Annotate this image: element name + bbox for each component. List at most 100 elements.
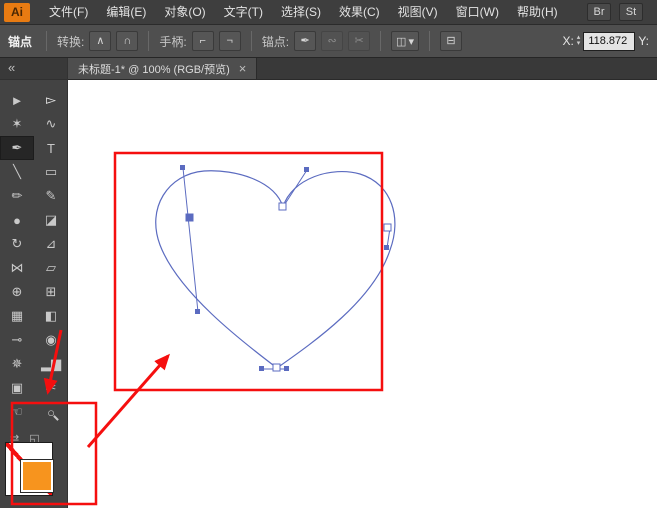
type-tool-icon: T <box>47 140 55 156</box>
fill-stroke-widget <box>5 442 63 504</box>
shape-builder-tool-icon: ⊕ <box>11 284 23 299</box>
magic-wand-tool[interactable]: ✶ <box>0 112 34 136</box>
cut-path-icon: ✂ <box>354 34 364 47</box>
mesh-tool[interactable]: ▦ <box>0 304 34 328</box>
menu-item[interactable]: 对象(O) <box>155 0 214 24</box>
stepper-down-icon[interactable]: ▾ <box>577 40 581 47</box>
tab-close-icon[interactable]: × <box>239 62 247 75</box>
constrain-icon: ⊟ <box>446 34 456 47</box>
menu-item[interactable]: 帮助(H) <box>508 0 567 24</box>
pen-tool[interactable]: ✒ <box>0 136 34 160</box>
fill-color-swatch[interactable] <box>20 459 54 493</box>
rectangle-tool-icon: ▭ <box>44 164 58 179</box>
hand-tool[interactable]: ☜ <box>0 400 34 424</box>
connect-endpoints-button[interactable]: ∾ <box>321 31 344 51</box>
width-tool[interactable]: ⋈ <box>0 256 34 280</box>
remove-anchor-button[interactable]: ✒ <box>294 31 317 51</box>
x-stepper[interactable]: ▴ ▾ <box>577 34 581 47</box>
heart-drawing <box>155 165 396 372</box>
constrain-button[interactable]: ⊟ <box>439 31 462 51</box>
line-segment-tool-icon: ╲ <box>13 164 21 179</box>
column-graph-tool[interactable]: ▂▆ <box>34 352 68 376</box>
illustrator-window: Ai 文件(F) 编辑(E) 对象(O) 文字(T) 选择(S) 效果(C) 视… <box>0 0 657 508</box>
app-logo: Ai <box>4 2 30 22</box>
selected-anchor-point[interactable] <box>185 213 194 222</box>
canvas[interactable] <box>68 80 657 508</box>
menu-item[interactable]: 编辑(E) <box>97 0 155 24</box>
isolate-selection-dropdown[interactable]: ◫ ▾ <box>391 31 419 51</box>
handle-end-dots[interactable] <box>180 165 389 371</box>
separator <box>46 31 48 51</box>
lasso-tool[interactable]: ∿ <box>34 112 68 136</box>
menu-item[interactable]: 文件(F) <box>40 0 97 24</box>
slice-tool-icon: ✂ <box>45 380 57 395</box>
menu-item[interactable]: 视图(V) <box>389 0 447 24</box>
anchors-label: 锚点: <box>261 34 290 49</box>
shape-builder-tool[interactable]: ⊕ <box>0 280 34 304</box>
rotate-tool[interactable]: ↻ <box>0 232 34 256</box>
paintbrush-tool-icon: ✏ <box>11 188 23 203</box>
convert-to-corner-button[interactable]: ∧ <box>89 31 112 51</box>
menu-bar: Ai 文件(F) 编辑(E) 对象(O) 文字(T) 选择(S) 效果(C) 视… <box>0 0 657 25</box>
symbol-sprayer-tool[interactable]: ✵ <box>0 352 34 376</box>
menu-item[interactable]: 窗口(W) <box>447 0 508 24</box>
symbol-sprayer-tool-icon: ✵ <box>11 356 23 371</box>
context-label: 锚点 <box>8 34 33 49</box>
stock-button[interactable]: St <box>619 3 643 21</box>
perspective-grid-tool-icon: ⊞ <box>45 284 57 299</box>
zoom-tool[interactable]: ○ <box>34 400 68 424</box>
selection-tool[interactable]: ► <box>0 88 34 112</box>
magic-wand-tool-icon: ✶ <box>11 116 23 131</box>
x-position-input[interactable] <box>583 31 636 51</box>
blend-tool[interactable]: ◉ <box>34 328 68 352</box>
eyedropper-tool[interactable]: ⊸ <box>0 328 34 352</box>
rotate-tool-icon: ↻ <box>11 236 23 251</box>
tools-grid: ► ▻ ✶ ∿ ✒ T ╲ ▭ ✏ ✎ ● ◪ ↻ ⊿ ⋈ ▱ ⊕ ⊞ ▦ ◧ … <box>0 88 67 424</box>
mesh-tool-icon: ▦ <box>10 308 24 323</box>
free-transform-tool-icon: ▱ <box>46 260 56 275</box>
gradient-tool[interactable]: ◧ <box>34 304 68 328</box>
tools-collapse-button[interactable]: « <box>0 58 67 80</box>
selection-tool-icon: ► <box>10 92 24 108</box>
eyedropper-tool-icon: ⊸ <box>11 332 23 347</box>
document-tab[interactable]: 未标题-1* @ 100% (RGB/预览) × <box>68 58 258 79</box>
perspective-grid-tool[interactable]: ⊞ <box>34 280 68 304</box>
convert-to-smooth-button[interactable]: ∩ <box>116 31 139 51</box>
remove-anchor-icon: ✒ <box>300 34 310 47</box>
paintbrush-tool[interactable]: ✏ <box>0 184 34 208</box>
document-tab-title: 未标题-1* @ 100% (RGB/预览) <box>78 63 230 76</box>
menu-item[interactable]: 文字(T) <box>215 0 272 24</box>
cut-path-button[interactable]: ✂ <box>348 31 371 51</box>
show-handles-button[interactable]: ⌐ <box>191 31 214 51</box>
type-tool[interactable]: T <box>34 136 68 160</box>
y-label: Y: <box>638 34 649 48</box>
anchor-points[interactable] <box>272 202 392 372</box>
lasso-tool-icon: ∿ <box>45 116 57 131</box>
rectangle-tool[interactable]: ▭ <box>34 160 68 184</box>
scale-tool-icon: ⊿ <box>45 236 57 251</box>
zoom-tool-icon: ○ <box>47 404 55 420</box>
separator <box>148 31 150 51</box>
menu-item[interactable]: 效果(C) <box>330 0 389 24</box>
slice-tool[interactable]: ✂ <box>34 376 68 400</box>
line-segment-tool[interactable]: ╲ <box>0 160 34 184</box>
bridge-button[interactable]: Br <box>587 3 611 21</box>
eraser-tool[interactable]: ◪ <box>34 208 68 232</box>
pencil-tool-icon: ✎ <box>45 188 57 203</box>
pen-tool-icon: ✒ <box>11 140 23 155</box>
artboard-tool[interactable]: ▣ <box>0 376 34 400</box>
handles-label: 手柄: <box>159 34 187 49</box>
hide-handles-button[interactable]: ¬ <box>218 31 241 51</box>
isolate-icon: ◫ <box>396 35 407 48</box>
separator <box>428 31 430 51</box>
scale-tool[interactable]: ⊿ <box>34 232 68 256</box>
direct-selection-tool[interactable]: ▻ <box>34 88 68 112</box>
pencil-tool[interactable]: ✎ <box>34 184 68 208</box>
blob-brush-tool[interactable]: ● <box>0 208 34 232</box>
menu-list: 文件(F) 编辑(E) 对象(O) 文字(T) 选择(S) 效果(C) 视图(V… <box>40 0 567 24</box>
document-area: 未标题-1* @ 100% (RGB/预览) × <box>68 58 657 508</box>
separator <box>380 31 382 51</box>
heart-path[interactable] <box>155 170 396 369</box>
free-transform-tool[interactable]: ▱ <box>34 256 68 280</box>
menu-item[interactable]: 选择(S) <box>272 0 330 24</box>
